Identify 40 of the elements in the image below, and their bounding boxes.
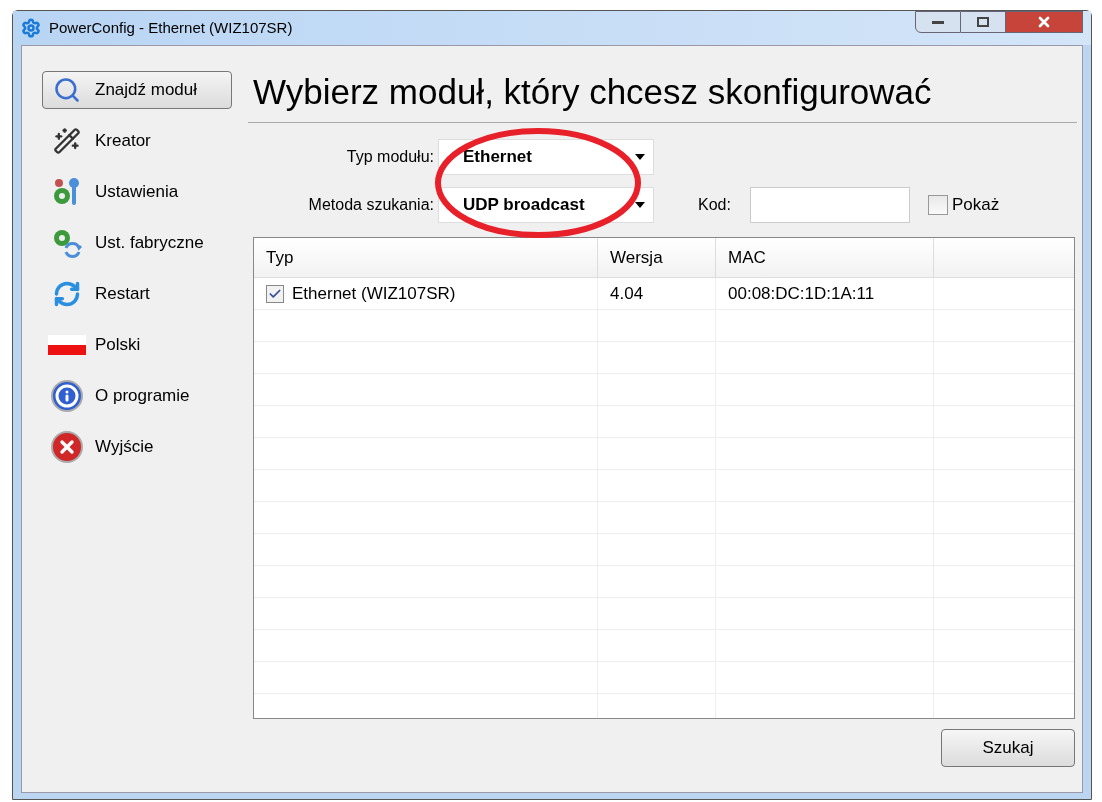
page-heading: Wybierz moduł, który chcesz skonfigurować	[253, 71, 933, 113]
dropdown-caret-icon	[635, 154, 645, 160]
field-label: Kod:	[698, 195, 732, 215]
close-icon	[1036, 14, 1052, 30]
gear-and-wrench-icon	[52, 177, 82, 207]
sidebar-item[interactable]: Ust. fabryczne	[42, 224, 232, 262]
gear-icon	[21, 18, 41, 38]
column-header[interactable]: Wersja	[598, 238, 716, 277]
minimize-button[interactable]	[915, 11, 961, 33]
sidebar-item[interactable]: Znajdź moduł	[42, 71, 232, 109]
dropdown-caret-icon	[635, 202, 645, 208]
flag-icon	[48, 335, 86, 355]
search-button[interactable]: Szukaj	[941, 729, 1075, 767]
sidebar-item[interactable]: Ustawienia	[42, 173, 232, 211]
column-header[interactable]: MAC	[716, 238, 934, 277]
module-type-dropdown[interactable]: Ethernet	[438, 139, 654, 175]
magic-wand-icon	[53, 127, 81, 155]
magnifier-icon	[53, 76, 81, 104]
show-checkbox[interactable]: Pokaż	[928, 192, 1000, 218]
close-icon	[51, 431, 83, 463]
sidebar-item[interactable]: O programie	[42, 377, 232, 415]
table-cell-text: Ethernet (WIZ107SR)	[292, 282, 456, 305]
table-cell-text: 00:08:DC:1D:1A:11	[728, 282, 875, 305]
sidebar-item[interactable]: Kreator	[42, 122, 232, 160]
row-checkbox[interactable]	[266, 284, 284, 303]
close-button[interactable]	[1005, 11, 1083, 33]
maximize-button[interactable]	[961, 11, 1005, 33]
search-method-dropdown[interactable]: UDP broadcast	[438, 187, 654, 223]
sidebar-item[interactable]: Polski	[42, 326, 232, 364]
table-cell-text: 4.04	[610, 282, 644, 305]
sidebar-item[interactable]: Restart	[42, 275, 232, 313]
field-label: Typ modułu:	[345, 147, 435, 167]
window-title: PowerConfig - Ethernet (WIZ107SR)	[49, 17, 293, 38]
sidebar-item[interactable]: Wyjście	[42, 428, 232, 466]
field-label: Metoda szukania:	[307, 195, 435, 215]
refresh-icon	[53, 280, 81, 308]
gear-and-arrows-icon	[52, 228, 82, 258]
column-header[interactable]: Typ	[254, 238, 598, 277]
code-input[interactable]	[750, 187, 910, 223]
info-icon	[51, 380, 83, 412]
